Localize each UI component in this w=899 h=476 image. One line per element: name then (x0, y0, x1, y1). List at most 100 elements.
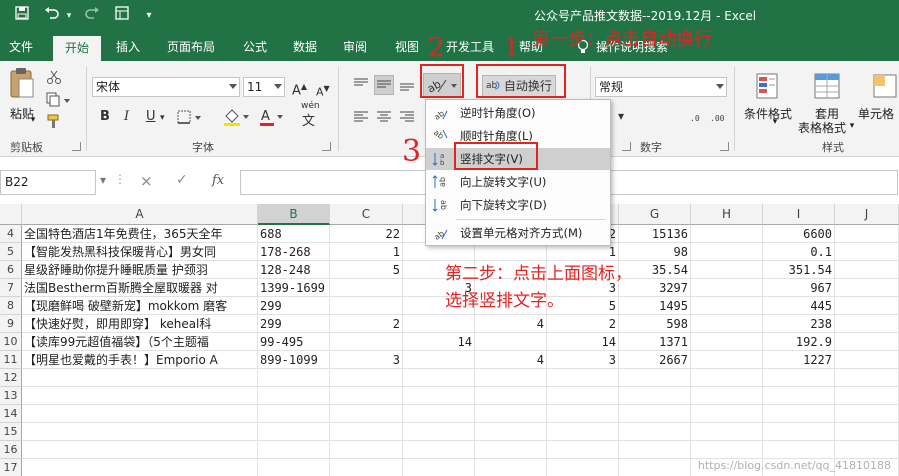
customize-icon[interactable]: ▾ (142, 6, 156, 26)
cell-b[interactable]: 1399-1699 (258, 279, 330, 297)
cell-a[interactable] (22, 441, 258, 459)
cell-f[interactable]: 2 (547, 315, 619, 333)
tab-data[interactable]: 数据 (284, 33, 326, 61)
cell-h[interactable] (691, 333, 763, 351)
align-top-icon[interactable] (352, 76, 370, 94)
cell-c[interactable]: 2 (330, 315, 403, 333)
cut-icon[interactable] (44, 69, 64, 87)
cell-e[interactable]: 4 (475, 315, 547, 333)
insert-function-icon[interactable]: fx (212, 173, 224, 188)
cell-c[interactable] (330, 279, 403, 297)
cell-j[interactable] (835, 369, 899, 387)
cell-g[interactable]: 598 (619, 315, 691, 333)
cell-b[interactable]: 899-1099 (258, 351, 330, 369)
cell-b[interactable] (258, 387, 330, 405)
cell-j[interactable] (835, 243, 899, 261)
name-box[interactable]: B22 (0, 170, 96, 195)
cell-d[interactable]: 14 (403, 333, 475, 351)
row-header[interactable]: 14 (0, 405, 22, 423)
cell-h[interactable] (691, 261, 763, 279)
cell-a[interactable] (22, 423, 258, 441)
column-header-c[interactable]: C (330, 204, 403, 225)
cell-b[interactable] (258, 459, 330, 476)
row-header[interactable]: 5 (0, 243, 22, 261)
fill-color-icon[interactable] (222, 107, 252, 127)
cell-b[interactable] (258, 369, 330, 387)
align-right-icon[interactable] (398, 109, 416, 127)
row-header[interactable]: 13 (0, 387, 22, 405)
cell-j[interactable] (835, 387, 899, 405)
cell-g[interactable] (619, 441, 691, 459)
cell-j[interactable] (835, 351, 899, 369)
namebox-dropdown-icon[interactable]: ▾ (100, 173, 106, 187)
align-middle-icon[interactable] (374, 75, 394, 95)
cell-b[interactable] (258, 423, 330, 441)
cell-e[interactable] (475, 405, 547, 423)
cell-j[interactable] (835, 441, 899, 459)
phonetic-label[interactable]: wén (301, 101, 320, 112)
underline-button[interactable]: U (146, 108, 156, 126)
cell-c[interactable]: 22 (330, 225, 403, 243)
row-header[interactable]: 16 (0, 441, 22, 459)
cell-i[interactable]: 1227 (763, 351, 835, 369)
cell-h[interactable] (691, 225, 763, 243)
cell-a[interactable] (22, 387, 258, 405)
tab-file[interactable]: 文件 (0, 33, 42, 61)
cell-i[interactable] (763, 441, 835, 459)
cell-b[interactable]: 688 (258, 225, 330, 243)
number-format-buttons[interactable]: .0 .00 (690, 108, 730, 128)
cell-i[interactable]: 0.1 (763, 243, 835, 261)
cell-f[interactable]: 14 (547, 333, 619, 351)
tab-developer[interactable]: 开发工具 (437, 33, 503, 61)
column-header-i[interactable]: I (763, 204, 835, 225)
cell-c[interactable] (330, 405, 403, 423)
column-header-j[interactable]: J (835, 204, 899, 225)
select-all-corner[interactable] (0, 204, 22, 225)
undo-icon[interactable] (40, 6, 64, 26)
cell-e[interactable] (475, 387, 547, 405)
cell-j[interactable] (835, 225, 899, 243)
row-header[interactable]: 9 (0, 315, 22, 333)
alignment-dialog-launcher[interactable] (622, 142, 631, 151)
cell-c[interactable]: 5 (330, 261, 403, 279)
cell-e[interactable] (475, 441, 547, 459)
column-header-g[interactable]: G (619, 204, 691, 225)
cell-h[interactable] (691, 279, 763, 297)
cell-g[interactable]: 1371 (619, 333, 691, 351)
cell-b[interactable]: 99-495 (258, 333, 330, 351)
paste-icon[interactable] (8, 67, 36, 101)
cell-e[interactable] (475, 369, 547, 387)
cell-h[interactable] (691, 351, 763, 369)
cell-i[interactable] (763, 387, 835, 405)
cell-b[interactable] (258, 441, 330, 459)
font-dialog-launcher[interactable] (322, 142, 331, 151)
cell-h[interactable] (691, 369, 763, 387)
tab-page-layout[interactable]: 页面布局 (158, 33, 224, 61)
cell-c[interactable] (330, 387, 403, 405)
cell-d[interactable] (403, 459, 475, 476)
cell-g[interactable]: 98 (619, 243, 691, 261)
tab-home[interactable]: 开始 (53, 36, 101, 61)
cell-g[interactable] (619, 459, 691, 476)
cell-c[interactable] (330, 369, 403, 387)
border-icon[interactable] (176, 109, 204, 127)
cell-a[interactable] (22, 369, 258, 387)
cell-c[interactable] (330, 333, 403, 351)
save-icon[interactable] (12, 6, 32, 26)
cell-g[interactable] (619, 423, 691, 441)
confirm-icon[interactable]: ✓ (176, 172, 188, 188)
cell-c[interactable]: 3 (330, 351, 403, 369)
cell-j[interactable] (835, 405, 899, 423)
bold-button[interactable]: B (100, 108, 110, 126)
cell-h[interactable] (691, 243, 763, 261)
cell-g[interactable]: 2667 (619, 351, 691, 369)
font-size-select[interactable]: 11 (243, 77, 285, 97)
cell-g[interactable] (619, 387, 691, 405)
cell-f[interactable] (547, 405, 619, 423)
tab-view[interactable]: 视图 (386, 33, 428, 61)
cell-a[interactable]: 全国特色酒店1年免费住，365天全年 (22, 225, 258, 243)
cell-j[interactable] (835, 279, 899, 297)
decrease-font-icon[interactable]: A▼ (316, 80, 330, 102)
cell-e[interactable]: 4 (475, 351, 547, 369)
cell-c[interactable] (330, 297, 403, 315)
